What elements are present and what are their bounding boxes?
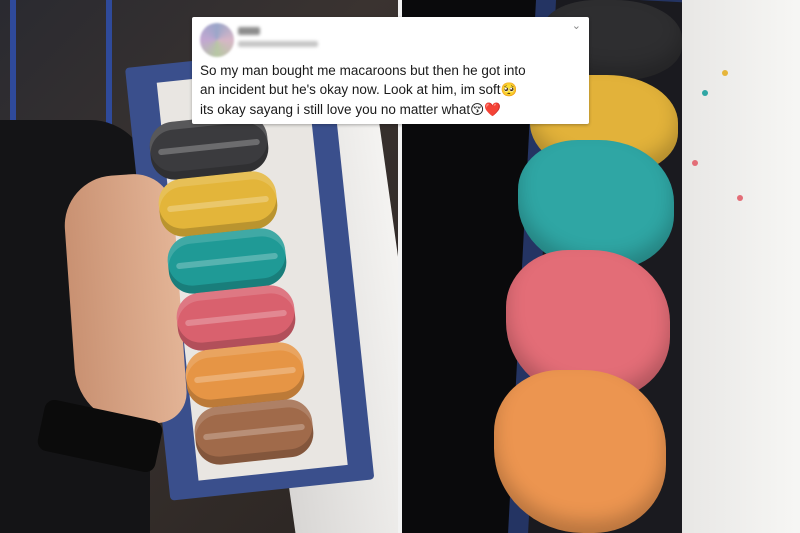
tweet-line: its okay sayang i still love you no matt… bbox=[200, 100, 586, 120]
box-lid-stained bbox=[682, 0, 800, 533]
tweet-text: So my man bought me macaroons but then h… bbox=[200, 61, 586, 120]
crumb-speck bbox=[692, 160, 698, 166]
crumb-speck bbox=[722, 70, 728, 76]
kissing-face-icon: 😚 bbox=[470, 102, 485, 118]
crumb-speck bbox=[702, 90, 708, 96]
pleading-face-icon: 🥺 bbox=[500, 82, 518, 98]
tweet-card: ⌄ So my man bought me macaroons but then… bbox=[192, 17, 589, 124]
username-blurred bbox=[238, 41, 318, 47]
chevron-down-icon[interactable]: ⌄ bbox=[572, 19, 581, 32]
crumb-speck bbox=[737, 195, 743, 201]
avatar[interactable] bbox=[200, 23, 234, 57]
tweet-line: an incident but he's okay now. Look at h… bbox=[200, 80, 586, 100]
tweet-line: So my man bought me macaroons but then h… bbox=[200, 63, 526, 78]
tweet-line-text: an incident but he's okay now. Look at h… bbox=[200, 82, 501, 97]
red-heart-icon: ❤️ bbox=[484, 102, 502, 118]
tweet-line-text: its okay sayang i still love you no matt… bbox=[200, 102, 471, 117]
display-name-blurred[interactable] bbox=[238, 27, 260, 35]
crushed-macaron bbox=[494, 370, 666, 533]
